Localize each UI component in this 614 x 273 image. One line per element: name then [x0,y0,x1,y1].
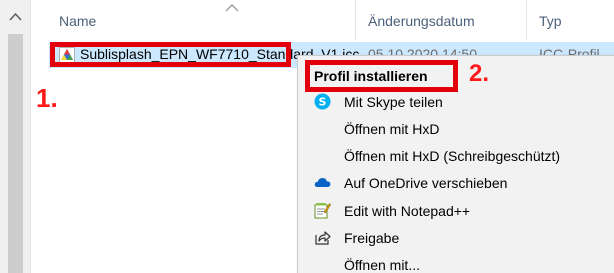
menu-item-move-onedrive[interactable]: Auf OneDrive verschieben [298,169,614,196]
menu-item-label: Mit Skype teilen [344,94,443,110]
annotation-step-1: 1. [36,83,58,113]
share-icon [315,231,331,245]
menu-item-label: Öffnen mit... [344,257,420,273]
annotation-highlight-install [305,60,458,92]
vertical-scrollbar[interactable] [0,0,31,273]
column-divider[interactable] [526,0,527,40]
scroll-up-arrow-icon[interactable] [9,12,22,22]
menu-item-open-hxd-readonly[interactable]: Öffnen mit HxD (Schreibgeschützt) [298,142,614,169]
menu-item-label: Öffnen mit HxD (Schreibgeschützt) [344,148,561,164]
annotation-highlight-file [50,42,291,67]
menu-item-share-skype[interactable]: S Mit Skype teilen [298,88,614,115]
skype-icon: S [314,93,331,110]
menu-item-label: Öffnen mit HxD [344,121,440,137]
svg-text:S: S [319,96,327,109]
notepadpp-icon [314,203,331,219]
column-header-type[interactable]: Typ [539,13,562,29]
menu-item-label: Freigabe [344,230,400,246]
menu-item-open-with[interactable]: Öffnen mit... [298,251,614,273]
sort-ascending-icon [225,4,239,12]
onedrive-icon [314,178,331,187]
menu-item-share[interactable]: Freigabe [298,224,614,251]
column-header-date[interactable]: Änderungsdatum [368,13,475,29]
menu-item-edit-notepadpp[interactable]: Edit with Notepad++ [298,197,614,224]
column-divider[interactable] [355,0,356,40]
annotation-step-2: 2. [469,60,490,87]
scrollbar-thumb[interactable] [8,34,23,273]
menu-item-open-hxd[interactable]: Öffnen mit HxD [298,115,614,142]
menu-item-label: Auf OneDrive verschieben [344,175,508,191]
menu-item-label: Edit with Notepad++ [344,203,471,219]
column-header-bar: Name Änderungsdatum Typ [32,0,614,40]
column-header-name[interactable]: Name [59,13,96,29]
